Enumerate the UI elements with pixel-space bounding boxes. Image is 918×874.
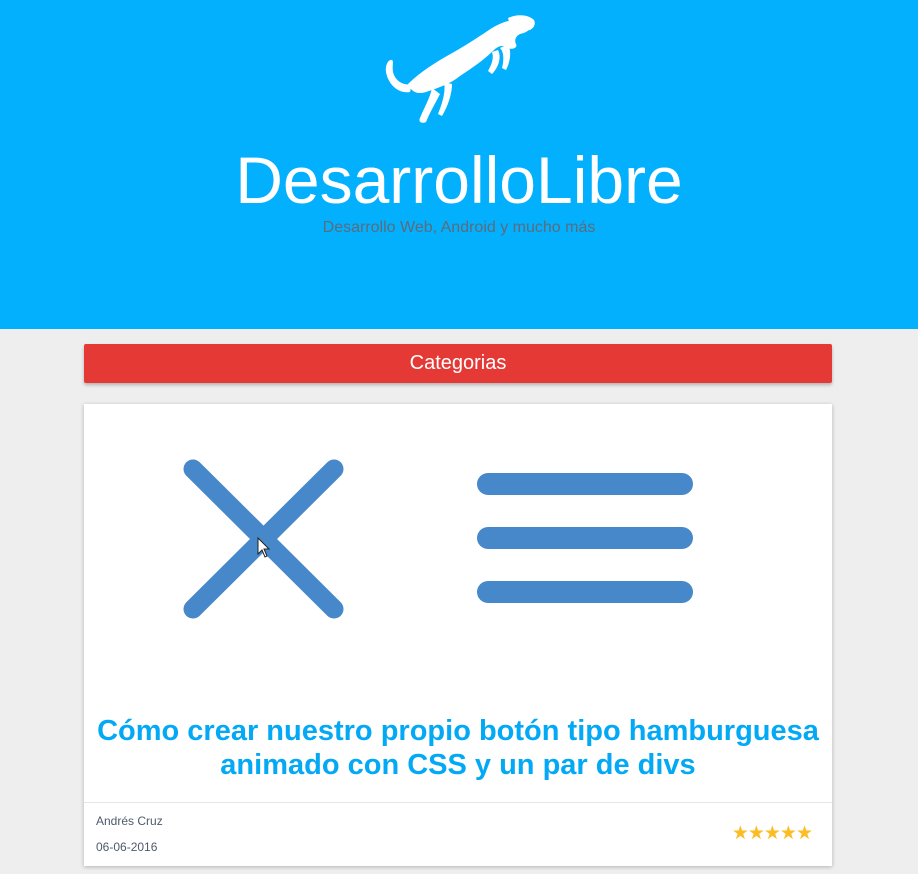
post-date: 06-06-2016 <box>96 840 158 854</box>
post-title-link[interactable]: Cómo crear nuestro propio botón tipo ham… <box>84 714 832 782</box>
post-thumbnail[interactable] <box>84 404 832 704</box>
hamburger-menu-icon <box>477 473 693 603</box>
categories-button[interactable]: Categorias <box>84 344 832 383</box>
post-card[interactable]: Cómo crear nuestro propio botón tipo ham… <box>84 404 832 866</box>
mouse-cursor-icon <box>257 537 271 558</box>
site-header: DesarrolloLibre Desarrollo Web, Android … <box>0 0 918 329</box>
divider <box>84 802 832 803</box>
post-author: Andrés Cruz <box>96 814 163 828</box>
site-tagline: Desarrollo Web, Android y mucho más <box>322 219 596 236</box>
site-title[interactable]: DesarrolloLibre <box>0 140 918 220</box>
leaping-cougar-icon[interactable] <box>380 14 536 124</box>
star-rating: ★★★★★ <box>731 823 813 844</box>
